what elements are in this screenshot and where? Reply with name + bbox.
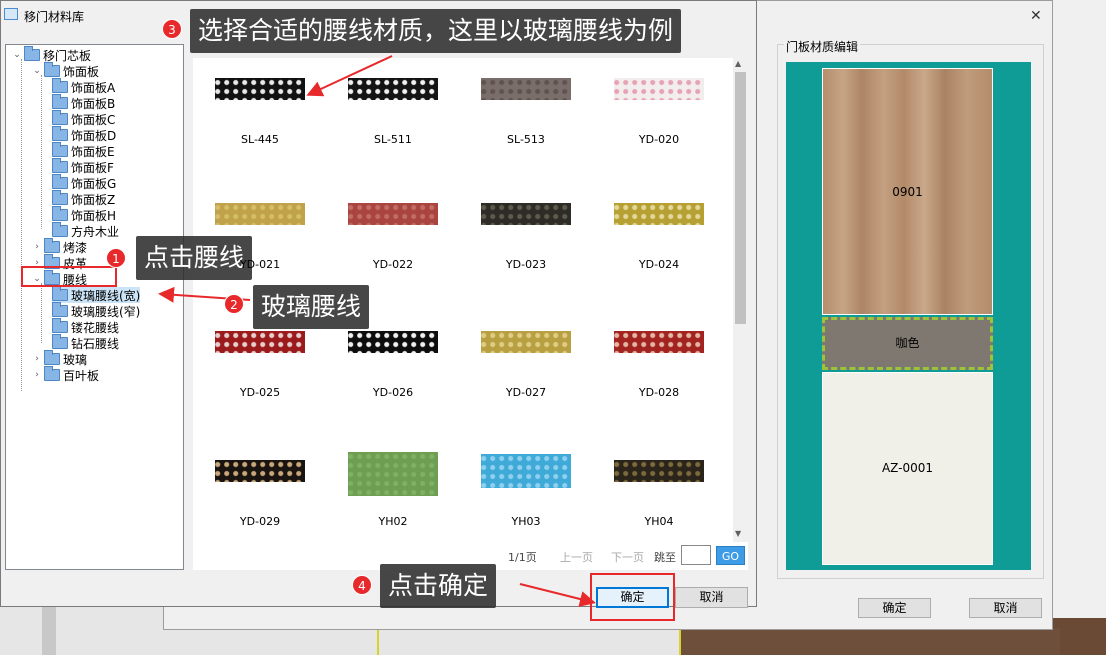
material-swatch[interactable] — [215, 203, 305, 225]
material-code-label: YD-028 — [638, 386, 680, 399]
material-swatch[interactable] — [614, 78, 704, 100]
material-code-label: YD-029 — [239, 515, 281, 528]
annotation-step3-badge: 3 — [162, 19, 182, 39]
arrow-step4 — [519, 583, 596, 607]
material-code-label: YH02 — [378, 515, 408, 528]
material-swatch[interactable] — [481, 331, 571, 353]
highlight-ok-button — [590, 573, 675, 621]
material-code-label: YD-024 — [638, 258, 680, 271]
material-code-label: YD-022 — [372, 258, 414, 271]
annotation-step4-badge: 4 — [352, 575, 372, 595]
material-swatch[interactable] — [481, 78, 571, 100]
material-code-label: YH04 — [644, 515, 674, 528]
material-code-label: YD-021 — [239, 258, 281, 271]
material-swatch[interactable] — [614, 331, 704, 353]
material-swatch[interactable] — [481, 454, 571, 488]
material-swatch[interactable] — [215, 78, 305, 100]
annotation-step3-tip: 选择合适的腰线材质，这里以玻璃腰线为例 — [190, 9, 682, 53]
material-swatch[interactable] — [614, 203, 704, 225]
material-code-label: SL-511 — [374, 133, 412, 146]
material-swatch[interactable] — [348, 331, 438, 353]
material-swatch[interactable] — [215, 331, 305, 353]
material-code-label: YH03 — [511, 515, 541, 528]
material-code-label: SL-445 — [241, 133, 279, 146]
annotation-step1-badge: 1 — [106, 248, 126, 268]
material-code-label: SL-513 — [507, 133, 545, 146]
material-code-label: YD-027 — [505, 386, 547, 399]
material-code-label: YD-020 — [638, 133, 680, 146]
annotation-step4-tip: 点击确定 — [380, 564, 497, 608]
material-code-label: YD-025 — [239, 386, 281, 399]
material-code-label: YD-023 — [505, 258, 547, 271]
annotation-step2-tip: 玻璃腰线 — [253, 285, 370, 329]
material-swatch[interactable] — [481, 203, 571, 225]
material-code-label: YD-026 — [372, 386, 414, 399]
material-swatch[interactable] — [348, 78, 438, 100]
material-swatch[interactable] — [215, 460, 305, 482]
material-swatch[interactable] — [348, 452, 438, 496]
material-swatch[interactable] — [348, 203, 438, 225]
annotation-step2-badge: 2 — [224, 294, 244, 314]
highlight-waistline-node — [21, 266, 117, 287]
material-swatch[interactable] — [614, 460, 704, 482]
